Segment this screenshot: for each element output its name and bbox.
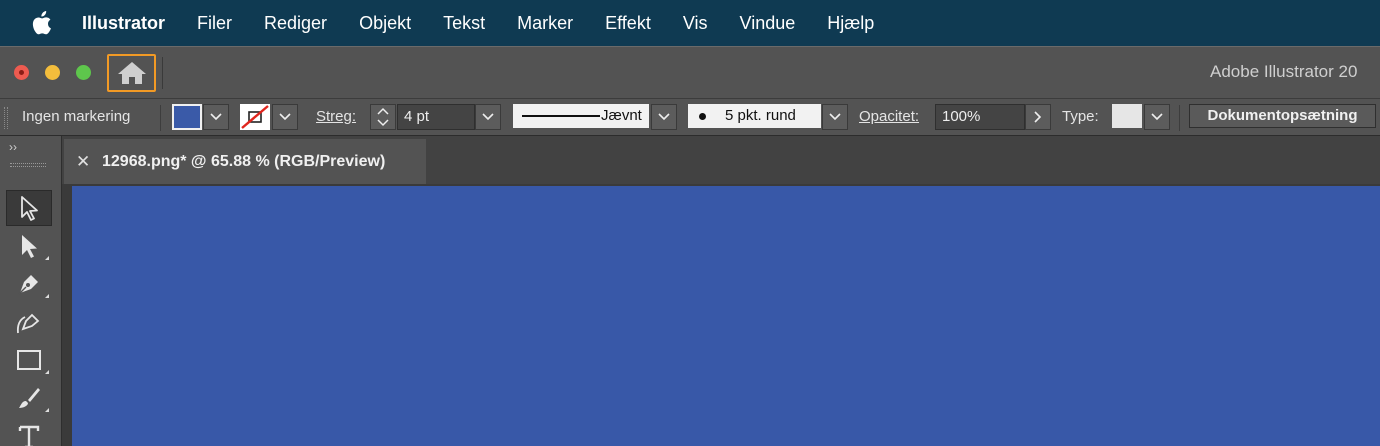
chevron-down-icon [210, 113, 222, 121]
stroke-weight-stepper[interactable] [370, 104, 396, 130]
type-tool[interactable] [6, 418, 52, 446]
type-style-dropdown[interactable] [1144, 104, 1170, 130]
document-tab[interactable]: ✕ 12968.png* @ 65.88 % (RGB/Preview) [64, 139, 426, 184]
selection-status: Ingen markering [22, 108, 131, 125]
zoom-window-button[interactable] [76, 65, 91, 80]
rectangle-icon [17, 350, 41, 370]
tool-flyout-indicator [45, 408, 49, 412]
chevron-down-icon [658, 113, 670, 121]
variable-width-profile[interactable]: Jævnt [513, 104, 649, 128]
minimize-window-button[interactable] [45, 65, 60, 80]
tool-flyout-indicator [45, 256, 49, 260]
paintbrush-tool[interactable] [6, 380, 52, 416]
pen-tool[interactable] [6, 266, 52, 302]
title-separator [162, 57, 163, 89]
stroke-color-swatch[interactable] [240, 104, 270, 130]
menu-app-illustrator[interactable]: Illustrator [82, 13, 165, 34]
menu-effekt[interactable]: Effekt [605, 13, 651, 34]
tool-flyout-indicator [45, 294, 49, 298]
opacity-label[interactable]: Opacitet: [859, 108, 919, 125]
menu-filer[interactable]: Filer [197, 13, 232, 34]
selection-arrow-icon [21, 196, 38, 221]
type-t-icon [18, 425, 40, 446]
curvature-pen-icon [16, 313, 40, 334]
control-bar: Ingen markering Streg: 4 pt Jævnt 5 pkt.… [0, 98, 1380, 136]
menu-rediger[interactable]: Rediger [264, 13, 327, 34]
separator [1179, 105, 1180, 131]
document-tab-title: 12968.png* @ 65.88 % (RGB/Preview) [102, 153, 386, 170]
window-title-bar: Adobe Illustrator 20 [0, 46, 1380, 98]
direct-selection-arrow-icon [22, 235, 37, 258]
curvature-tool[interactable] [6, 304, 52, 340]
chevron-down-icon [829, 113, 841, 121]
control-bar-grip[interactable] [4, 107, 8, 129]
stroke-weight-input[interactable]: 4 pt [397, 104, 475, 130]
opacity-expand-button[interactable] [1025, 104, 1051, 130]
brush-definition[interactable]: 5 pkt. rund [688, 104, 821, 128]
tool-flyout-indicator [45, 370, 49, 374]
no-stroke-icon [241, 105, 269, 129]
menu-marker[interactable]: Marker [517, 13, 573, 34]
direct-selection-tool[interactable] [6, 228, 52, 264]
brush-label: 5 pkt. rund [725, 107, 796, 124]
close-tab-icon[interactable]: ✕ [76, 152, 90, 172]
selection-tool[interactable] [6, 190, 52, 226]
paintbrush-icon [19, 388, 40, 408]
apple-logo-icon[interactable] [30, 11, 52, 35]
type-label: Type: [1062, 108, 1099, 125]
type-style-swatch[interactable] [1112, 104, 1142, 128]
artboard[interactable] [72, 186, 1380, 446]
brush-dot-icon [699, 113, 706, 120]
stroke-profile-label: Jævnt [601, 107, 642, 124]
pen-icon [18, 275, 38, 295]
home-button[interactable] [107, 54, 156, 92]
stroke-profile-dropdown[interactable] [651, 104, 677, 130]
close-window-button[interactable] [14, 65, 29, 80]
menu-objekt[interactable]: Objekt [359, 13, 411, 34]
window-title: Adobe Illustrator 20 [1210, 62, 1358, 81]
menu-bar: Illustrator Filer Rediger Objekt Tekst M… [0, 0, 1380, 46]
fill-color-swatch[interactable] [172, 104, 202, 130]
stroke-weight-dropdown[interactable] [475, 104, 501, 130]
separator [160, 105, 161, 131]
chevron-down-icon [482, 113, 494, 121]
menu-hjaelp[interactable]: Hjælp [827, 13, 874, 34]
document-setup-button[interactable]: Dokumentopsætning [1189, 104, 1376, 128]
tools-panel-grip[interactable] [10, 163, 46, 167]
menu-vis[interactable]: Vis [683, 13, 708, 34]
brush-dropdown[interactable] [822, 104, 848, 130]
tools-panel: ›› [0, 136, 62, 446]
stroke-label[interactable]: Streg: [316, 108, 356, 125]
stroke-profile-preview [522, 115, 600, 117]
menu-vindue[interactable]: Vindue [740, 13, 796, 34]
document-tab-bar: ✕ 12968.png* @ 65.88 % (RGB/Preview) [62, 136, 1380, 184]
home-icon [117, 62, 146, 84]
menu-tekst[interactable]: Tekst [443, 13, 485, 34]
chevron-down-icon [1151, 113, 1163, 121]
fill-dropdown-button[interactable] [203, 104, 229, 130]
canvas-area[interactable] [62, 184, 1380, 446]
opacity-input[interactable]: 100% [935, 104, 1025, 130]
chevron-right-icon [1034, 111, 1042, 123]
stroke-dropdown-button[interactable] [272, 104, 298, 130]
rectangle-tool[interactable] [6, 342, 52, 378]
chevron-down-icon [279, 113, 291, 121]
stepper-arrows-icon [377, 107, 389, 127]
collapse-panel-button[interactable]: ›› [9, 140, 17, 154]
